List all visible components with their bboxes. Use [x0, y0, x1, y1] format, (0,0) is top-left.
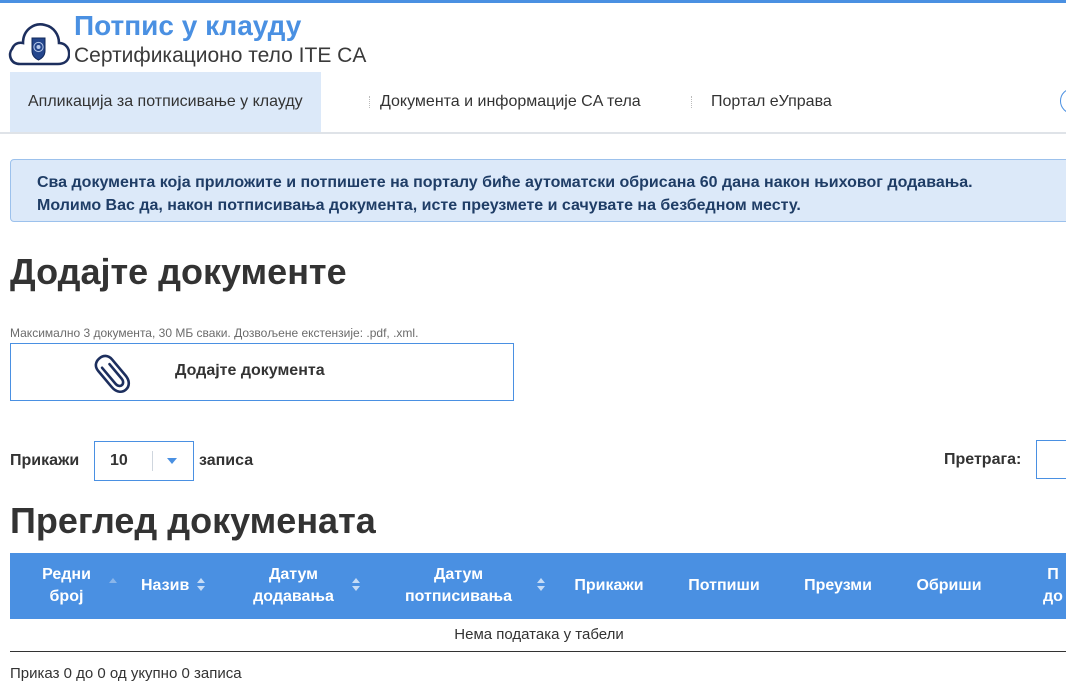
- show-entries-label: Прикажи: [10, 452, 80, 469]
- nav-separator: [369, 96, 371, 108]
- page-size-select[interactable]: 10: [94, 441, 194, 481]
- upload-hint: Максимално 3 документа, 30 МБ сваки. Доз…: [10, 326, 419, 340]
- column-header-label: потписивања: [404, 588, 513, 605]
- sort-icon: [197, 578, 205, 592]
- column-header-label: додавања: [253, 588, 334, 605]
- column-header-label: Датум: [268, 566, 319, 583]
- nav-item-ca-documents[interactable]: Документа и информације CA тела: [380, 72, 641, 132]
- select-divider: [152, 451, 153, 471]
- column-header-label: Назив: [141, 577, 190, 594]
- alert-line-2: Молимо Вас да, након потписивања докумен…: [37, 197, 801, 214]
- paperclip-icon: [94, 354, 131, 394]
- column-header-label: Преузми: [804, 577, 872, 594]
- empty-table-message: Нема података у табели: [454, 626, 624, 643]
- column-header-label: Датум: [433, 566, 484, 583]
- table-row-empty: Нема података у табели: [10, 619, 1066, 652]
- table-header: Редни број Назив Датум додавања Датум потпи…: [10, 553, 1066, 619]
- nav-item-signing-app[interactable]: Апликација за потписивање у клауду: [10, 72, 321, 132]
- column-header-truncated: Пдо: [1003, 553, 1066, 619]
- records-label: записа: [199, 452, 254, 469]
- column-header-name[interactable]: Назив: [123, 553, 221, 619]
- add-documents-button[interactable]: Додајте документа: [10, 343, 514, 401]
- add-documents-heading: Додајте документе: [10, 251, 347, 292]
- sort-asc-icon: [109, 578, 117, 592]
- column-header-label: П: [1047, 566, 1059, 583]
- column-header-delete: Обриши: [895, 553, 1003, 619]
- column-header-label: Потпиши: [688, 577, 760, 594]
- column-header-sign: Потпиши: [667, 553, 781, 619]
- nav-separator: [691, 96, 693, 108]
- sort-icon: [537, 578, 545, 592]
- column-header-date-added[interactable]: Датум додавања: [221, 553, 366, 619]
- column-header-download: Преузми: [781, 553, 895, 619]
- sort-icon: [352, 578, 360, 592]
- column-header-label: број: [49, 588, 84, 605]
- column-header-date-signed[interactable]: Датум потписивања: [366, 553, 551, 619]
- column-header-label: Обриши: [916, 577, 982, 594]
- cloud-shield-logo-icon[interactable]: [8, 14, 70, 70]
- column-header-label: до: [1043, 588, 1063, 605]
- column-header-view: Прикажи: [551, 553, 667, 619]
- page-size-value: 10: [110, 452, 128, 469]
- alert-line-1: Сва документа која приложите и потпишете…: [37, 174, 973, 191]
- app-title[interactable]: Потпис у клауду: [74, 10, 301, 42]
- app-subtitle: Сертификационо тело ITE CA: [74, 44, 367, 67]
- main-nav: Апликација за потписивање у клауду Докум…: [0, 72, 1066, 134]
- column-header-ordinal[interactable]: Редни број: [10, 553, 123, 619]
- nav-item-euprava-portal[interactable]: Портал еУправа: [711, 72, 832, 132]
- table-info: Приказ 0 до 0 од укупно 0 записа: [10, 665, 242, 682]
- search-input[interactable]: [1036, 440, 1066, 479]
- retention-alert: Сва документа која приложите и потпишете…: [10, 159, 1066, 222]
- add-documents-label: Додајте документа: [175, 362, 325, 379]
- search-label: Претрага:: [944, 451, 1022, 468]
- column-header-label: Редни: [42, 566, 91, 583]
- column-header-label: Прикажи: [574, 577, 644, 594]
- documents-review-heading: Преглед докумената: [10, 500, 376, 541]
- chevron-down-icon: [167, 458, 177, 464]
- top-accent-line: [0, 0, 1066, 3]
